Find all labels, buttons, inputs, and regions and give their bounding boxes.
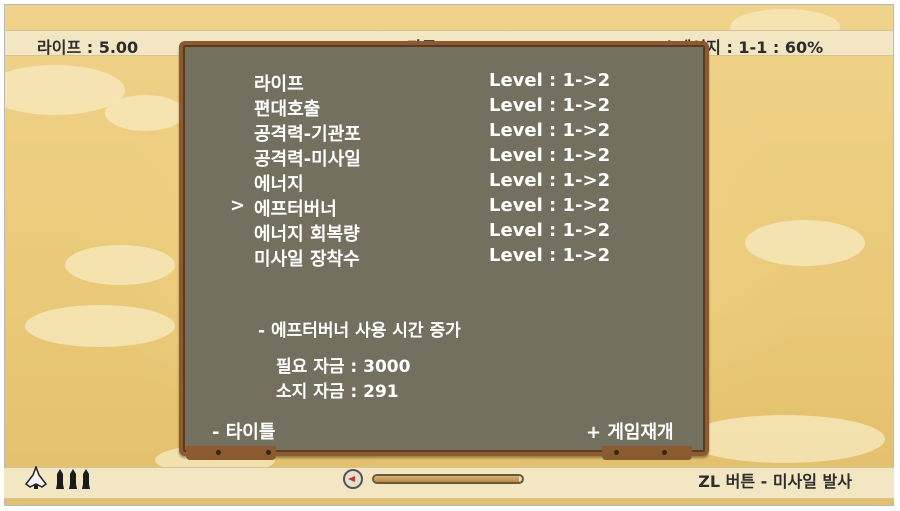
upgrade-level: Level : 1->2 [489, 95, 611, 116]
upgrade-item-attack-cannon[interactable]: 공격력-기관포 Level : 1->2 [254, 120, 654, 145]
upgrade-item-energy-recovery[interactable]: 에너지 회복량 Level : 1->2 [254, 220, 654, 245]
upgrade-name: 라이프 [254, 74, 304, 95]
upgrade-level: Level : 1->2 [489, 170, 611, 191]
afterburner-gauge [372, 474, 524, 484]
title-button[interactable]: - 타이틀 [212, 418, 275, 444]
upgrade-name: 에프터버너 [254, 199, 337, 220]
upgrade-item-attack-missile[interactable]: 공격력-미사일 Level : 1->2 [254, 145, 654, 170]
upgrade-level: Level : 1->2 [489, 245, 611, 266]
cloud [105, 95, 185, 131]
upgrade-item-life[interactable]: 라이프 Level : 1->2 [254, 70, 654, 95]
upgrade-item-energy[interactable]: 에너지 Level : 1->2 [254, 170, 654, 195]
upgrade-level: Level : 1->2 [489, 120, 611, 141]
life-readout: 라이프 : 5.00 [37, 38, 139, 57]
cloud [745, 220, 865, 266]
upgrade-item-missile-capacity[interactable]: 미사일 장착수 Level : 1->2 [254, 245, 654, 270]
upgrade-description: - 에프터버너 사용 시간 증가 [258, 321, 461, 341]
upgrade-level: Level : 1->2 [489, 145, 611, 166]
afterburner-gauge-icon [343, 469, 363, 489]
upgrade-level: Level : 1->2 [489, 70, 611, 91]
cloud [25, 305, 175, 347]
upgrade-item-afterburner[interactable]: 에프터버너 Level : 1->2 [254, 195, 654, 220]
cloud [685, 415, 885, 463]
control-hint: ZL 버튼 - 미사일 발사 [698, 472, 852, 491]
resume-button[interactable]: + 게임재개 [586, 418, 674, 444]
upgrade-item-formation-call[interactable]: 편대호출 Level : 1->2 [254, 95, 654, 120]
upgrade-name: 미사일 장착수 [254, 249, 360, 270]
cloud [65, 245, 175, 285]
panel-foot-right [602, 446, 692, 460]
upgrade-name: 에너지 [254, 174, 304, 195]
afterburner-gauge-fill [374, 476, 520, 482]
upgrade-name: 공격력-기관포 [254, 124, 361, 145]
upgrade-name: 에너지 회복량 [254, 224, 360, 245]
upgrade-name: 공격력-미사일 [254, 149, 361, 170]
required-funds: 필요 자금 : 3000 [276, 357, 411, 377]
missile-icon [82, 469, 90, 489]
missile-icon [69, 469, 77, 489]
upgrade-name: 편대호출 [254, 99, 321, 120]
upgrade-level: Level : 1->2 [489, 220, 611, 241]
selection-cursor: > [230, 195, 246, 216]
upgrade-level: Level : 1->2 [489, 195, 611, 216]
panel-foot-left [186, 446, 276, 460]
player-ship-icon [25, 466, 47, 489]
owned-funds: 소지 자금 : 291 [276, 382, 399, 402]
missile-icon [56, 469, 64, 489]
